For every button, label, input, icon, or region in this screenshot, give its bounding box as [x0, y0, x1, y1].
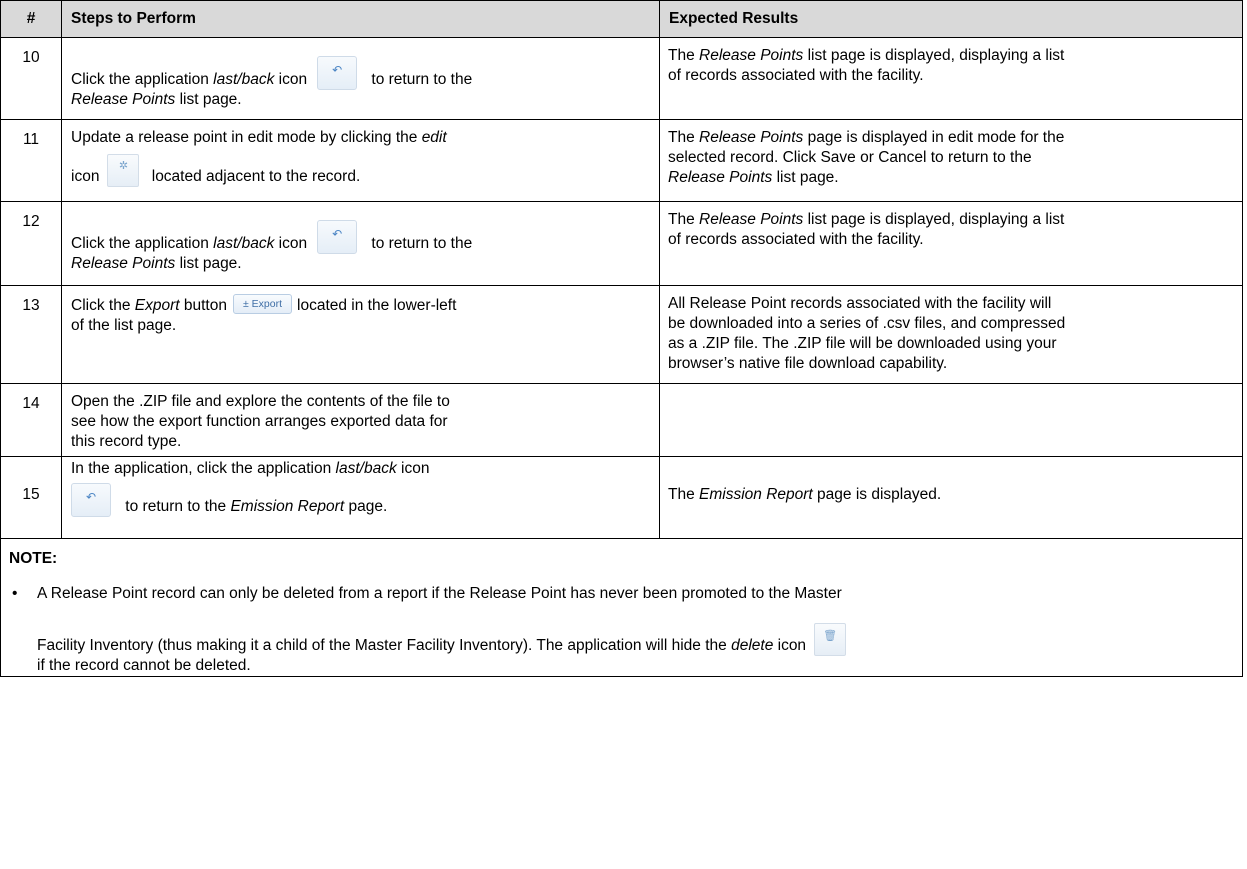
table-row: 15 In the application, click the applica… — [0, 456, 1243, 539]
note-row: NOTE: • A Release Point record can only … — [0, 538, 1243, 677]
step-instruction: In the application, click the applicatio… — [61, 456, 660, 539]
step-instruction: Click the application last/back icon ↶ to… — [61, 37, 660, 120]
header-results: Expected Results — [659, 0, 1243, 38]
test-steps-table: # Steps to Perform Expected Results 10 C… — [0, 0, 1243, 677]
note-title: NOTE: — [9, 550, 58, 567]
step-number: 12 — [0, 201, 62, 286]
step-instruction: Open the .ZIP file and explore the conte… — [61, 383, 660, 457]
table-row: 11 Update a release point in edit mode b… — [0, 119, 1243, 202]
back-arrow-icon[interactable]: ↶ — [71, 483, 111, 517]
table-row: 14 Open the .ZIP file and explore the co… — [0, 383, 1243, 457]
header-steps: Steps to Perform — [61, 0, 660, 38]
step-instruction: Click the Export button ± Export located i… — [61, 285, 660, 384]
step-number: 14 — [0, 383, 62, 457]
expected-result: The Emission Report page is displayed. — [659, 456, 1243, 539]
step-instruction: Click the application last/back icon ↶ to… — [61, 201, 660, 286]
gear-icon[interactable]: ✲ — [107, 154, 140, 187]
table-row: 13 Click the Export button ± Export locate… — [0, 285, 1243, 384]
expected-result: The Release Points page is displayed in … — [659, 119, 1243, 202]
download-icon: ± — [242, 298, 252, 310]
document-page: # Steps to Perform Expected Results 10 C… — [0, 0, 1247, 869]
expected-result: The Release Points list page is displaye… — [659, 37, 1243, 120]
bullet-icon: • — [12, 585, 18, 602]
step-instruction: Update a release point in edit mode by c… — [61, 119, 660, 202]
step-number: 11 — [0, 119, 62, 202]
table-row: 10 Click the application last/back icon ↶… — [0, 37, 1243, 120]
step-number: 10 — [0, 37, 62, 120]
export-button[interactable]: ± Export — [232, 294, 293, 314]
trash-icon[interactable]: 🗑 — [814, 623, 847, 656]
table-row: 12 Click the application last/back icon ↶… — [0, 201, 1243, 286]
step-number: 13 — [0, 285, 62, 384]
expected-result: All Release Point records associated wit… — [659, 285, 1243, 384]
back-arrow-icon[interactable]: ↶ — [317, 56, 358, 90]
header-number: # — [0, 0, 62, 38]
expected-result — [659, 383, 1243, 457]
back-arrow-icon[interactable]: ↶ — [317, 220, 358, 254]
note-section: NOTE: • A Release Point record can only … — [0, 538, 1243, 677]
list-item: • A Release Point record can only be del… — [9, 584, 1234, 676]
table-header-row: # Steps to Perform Expected Results — [0, 0, 1243, 38]
step-number: 15 — [0, 456, 62, 539]
expected-result: The Release Points list page is displaye… — [659, 201, 1243, 286]
